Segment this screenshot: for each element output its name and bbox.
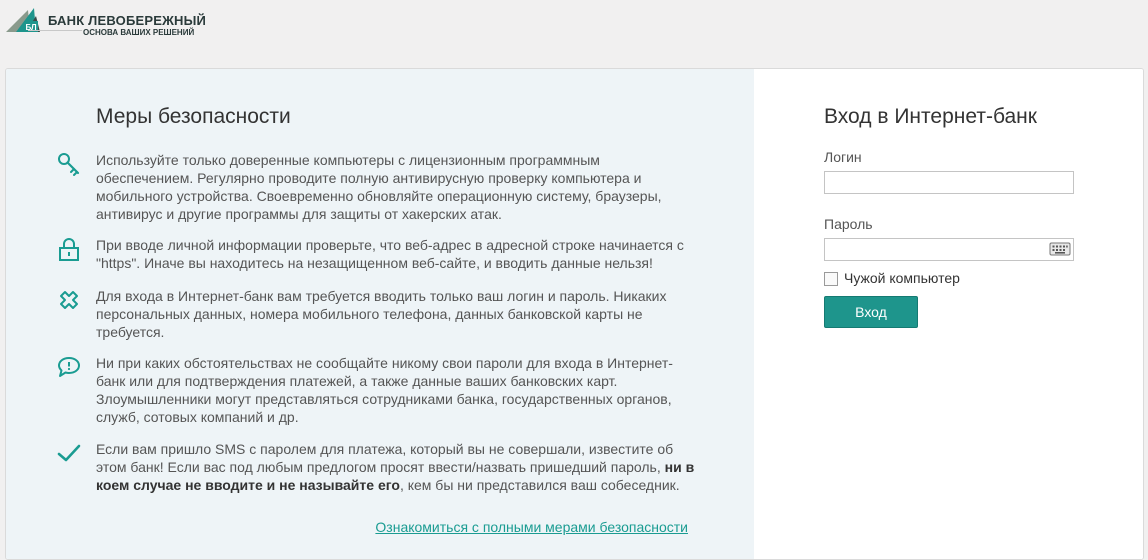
security-item-text: При вводе личной информации проверьте, ч… (96, 237, 684, 271)
password-input[interactable] (824, 238, 1074, 261)
security-panel: Меры безопасности Используйте только дов… (6, 69, 754, 559)
main-card: Меры безопасности Используйте только дов… (5, 68, 1144, 560)
security-item-text: Для входа в Интернет-банк вам требуется … (96, 288, 667, 340)
security-item-text: Если вам пришло SMS с паролем для платеж… (96, 441, 695, 493)
checkmark-icon (56, 440, 82, 466)
foreign-computer-label[interactable]: Чужой компьютер (844, 270, 960, 286)
login-label: Логин (824, 149, 862, 165)
full-security-link[interactable]: Ознакомиться с полными мерами безопаснос… (375, 519, 688, 535)
header: БЛ БАНК ЛЕВОБЕРЕЖНЫЙ ОСНОВА ВАШИХ РЕШЕНИ… (0, 0, 1148, 68)
login-input[interactable] (824, 171, 1074, 194)
logo-divider (28, 30, 82, 31)
cross-icon (56, 287, 82, 313)
speech-bubble-icon (56, 354, 82, 380)
logo-name: БАНК ЛЕВОБЕРЕЖНЫЙ (48, 13, 207, 28)
logo-mark-icon: БЛ (6, 8, 40, 32)
password-label: Пароль (824, 216, 873, 232)
security-item-text: Ни при каких обстоятельствах не сообщайт… (96, 355, 673, 425)
security-item-text: Используйте только доверенные компьютеры… (96, 152, 662, 222)
login-title: Вход в Интернет-банк (824, 105, 1037, 128)
key-icon (56, 151, 82, 177)
logo-tagline: ОСНОВА ВАШИХ РЕШЕНИЙ (83, 28, 195, 37)
login-button[interactable]: Вход (824, 296, 918, 328)
foreign-computer-checkbox[interactable] (824, 272, 838, 286)
security-title: Меры безопасности (96, 105, 291, 128)
login-panel: Вход в Интернет-банк Логин Пароль Чужой … (754, 69, 1143, 559)
keyboard-icon[interactable] (1049, 241, 1071, 257)
bank-logo[interactable]: БЛ БАНК ЛЕВОБЕРЕЖНЫЙ ОСНОВА ВАШИХ РЕШЕНИ… (6, 6, 206, 42)
lock-icon (56, 236, 82, 262)
